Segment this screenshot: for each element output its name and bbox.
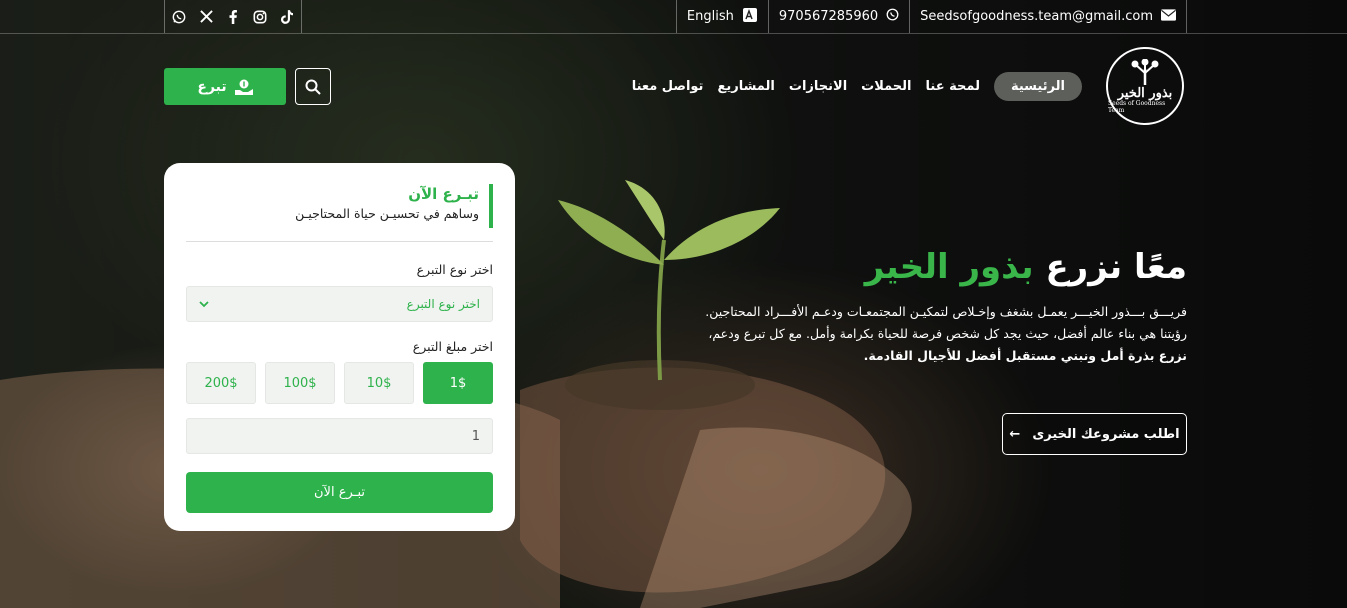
tiktok-icon[interactable] [279,9,295,25]
envelope-icon [1161,8,1176,25]
nav-item-projects[interactable]: المشاريع [717,73,774,100]
facebook-icon[interactable] [225,9,241,25]
hero-emphasis: نزرع بذرة أمل ونبني مستقبل أفضل للأجيال … [863,348,1187,363]
donation-type-label: اختر نوع التبرع [416,262,493,277]
donate-now-button[interactable]: تبـرع الآن [186,472,493,513]
donation-card-header: تبـرع الآن وساهم في تحسيـن حياة المحتاجي… [263,184,493,228]
hero-title-green: بذور الخير [864,247,1034,287]
search-icon [305,79,321,95]
top-bar: English 970567285960 Seedsofgoodness.tea… [0,0,1347,34]
request-project-button[interactable]: ← اطلب مشروعك الخيرى [1002,413,1187,455]
donation-type-select[interactable]: اختر نوع التبرع [186,286,493,322]
donation-type-value: اختر نوع التبرع [406,297,480,311]
hero-title: معًا نزرع بذور الخير [697,245,1187,289]
instagram-icon[interactable] [252,9,268,25]
x-icon[interactable] [198,9,214,25]
hero-title-white: معًا نزرع [1045,247,1187,287]
search-button[interactable] [295,68,331,105]
hero-section: معًا نزرع بذور الخير فريـــق بـــذور الخ… [697,245,1187,367]
language-label: English [686,9,734,24]
whatsapp-icon [886,8,899,25]
donation-card: تبـرع الآن وساهم في تحسيـن حياة المحتاجي… [164,163,515,531]
social-links [164,0,302,33]
nav-item-about[interactable]: لمحة عنا [926,73,980,100]
top-bar-contacts: English 970567285960 Seedsofgoodness.tea… [675,0,1187,33]
logo-name: بذور الخير [1117,85,1173,101]
amount-option-1[interactable]: 1$ [423,362,493,404]
request-project-label: اطلب مشروعك الخيرى [1032,426,1180,442]
arrow-left-icon: ← [1009,426,1021,442]
donate-button[interactable]: تبرع [164,68,286,105]
whatsapp-icon[interactable] [171,9,187,25]
translate-icon [742,7,758,27]
amount-option-200[interactable]: 200$ [186,362,256,404]
tree-icon [1131,58,1159,85]
phone-number: 970567285960 [778,9,879,24]
chevron-down-icon [199,298,209,311]
amount-options: 200$ 100$ 10$ 1$ [186,362,493,404]
phone-contact[interactable]: 970567285960 [767,0,909,33]
nav-item-campaigns[interactable]: الحملات [861,73,911,100]
nav-item-home[interactable]: الرئيسية [993,72,1082,101]
nav-item-achievements[interactable]: الانجازات [789,73,847,100]
main-nav: الرئيسية لمحة عنا الحملات الانجازات المش… [632,72,1082,101]
money-hand-icon [234,79,253,95]
site-logo[interactable]: بذور الخير Seeds of Goodness Team [1106,47,1184,125]
nav-item-contact[interactable]: تواصل معنا [632,73,704,100]
divider [186,241,493,242]
hero-description-text: فريـــق بـــذور الخيـــر يعمـل بشغف وإخـ… [705,304,1187,341]
amount-option-100[interactable]: 100$ [265,362,335,404]
donation-amount-label: اختر مبلغ التبرع [412,339,493,354]
amount-option-10[interactable]: 10$ [344,362,414,404]
donate-button-label: تبرع [197,78,227,95]
hero-description: فريـــق بـــذور الخيـــر يعمـل بشغف وإخـ… [697,301,1187,367]
donation-card-subtitle: وساهم في تحسيـن حياة المحتاجيـن [295,206,479,221]
email-contact[interactable]: Seedsofgoodness.team@gmail.com [909,0,1187,33]
logo-subtitle: Seeds of Goodness Team [1108,99,1166,114]
email-address: Seedsofgoodness.team@gmail.com [920,9,1153,24]
custom-amount-input[interactable]: 1 [186,418,493,454]
language-switch[interactable]: English [675,0,768,33]
donation-card-title: تبـرع الآن [408,185,479,203]
